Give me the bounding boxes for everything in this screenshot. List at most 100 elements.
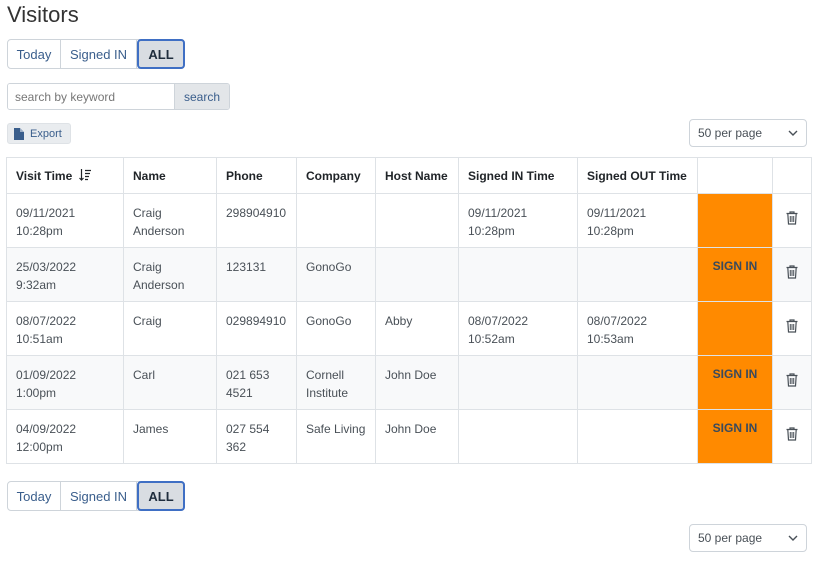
in-date: 08/07/2022 [468, 314, 529, 328]
header-visit-time[interactable]: Visit Time [6, 157, 124, 194]
phone-line-1: 029894910 [226, 314, 287, 328]
cell-visit-time: 01/09/2022 1:00pm [6, 355, 124, 410]
company-line-1: GonoGo [306, 260, 352, 274]
table-row: 04/09/2022 12:00pm James 027 554 362 Safe … [6, 409, 812, 464]
cell-signed-in [458, 247, 578, 302]
search-group: search [7, 83, 230, 110]
cell-host: John Doe [375, 355, 459, 410]
sign-in-button[interactable]: SIGN IN [713, 367, 758, 381]
out-date: 09/11/2021 [587, 206, 647, 220]
phone-line-1: 027 554 [226, 422, 270, 436]
filter-today-button[interactable]: Today [8, 482, 61, 510]
cell-delete [772, 301, 812, 356]
out-time: 10:28pm [587, 224, 634, 238]
cell-signed-out: 08/07/2022 10:53am [577, 301, 698, 356]
name-line-1: Craig [133, 206, 162, 220]
name-line-2: Anderson [133, 224, 185, 238]
visit-date: 04/09/2022 [16, 422, 77, 436]
out-time: 10:53am [587, 332, 634, 346]
chevron-down-icon [788, 535, 798, 541]
cell-name: Carl [123, 355, 217, 410]
per-page-select-top[interactable]: 50 per page [689, 119, 807, 147]
trash-icon[interactable] [786, 427, 798, 441]
export-button[interactable]: Export [7, 123, 71, 144]
filter-signed-in-button[interactable]: Signed IN [61, 40, 137, 68]
cell-signed-out [577, 355, 698, 410]
cell-delete [772, 193, 812, 248]
header-label: Visit Time [16, 168, 73, 183]
header-delete [772, 157, 812, 194]
cell-host: Abby [375, 301, 459, 356]
cell-company: GonoGo [296, 247, 376, 302]
trash-icon[interactable] [786, 211, 798, 225]
table-row: 09/11/2021 10:28pm Craig Anderson 29890491… [6, 193, 812, 248]
visit-time: 10:51am [16, 332, 63, 346]
sign-in-button[interactable]: SIGN IN [713, 259, 758, 273]
in-time: 10:28pm [468, 224, 515, 238]
cell-signed-out [577, 409, 698, 464]
cell-phone: 021 653 4521 [216, 355, 297, 410]
cell-phone: 029894910 [216, 301, 297, 356]
table-row: 08/07/2022 10:51am Craig 029894910 GonoGo… [6, 301, 812, 356]
cell-host [375, 247, 459, 302]
name-line-1: Craig [133, 314, 162, 328]
filter-today-button[interactable]: Today [8, 40, 61, 68]
cell-signed-out: 09/11/2021 10:28pm [577, 193, 698, 248]
visit-date: 09/11/2021 [16, 206, 76, 220]
company-line-2: Institute [306, 386, 349, 400]
cell-phone: 298904910 [216, 193, 297, 248]
cell-name: Craig [123, 301, 217, 356]
sign-in-button[interactable]: SIGN IN [713, 421, 758, 435]
trash-icon[interactable] [786, 319, 798, 333]
visitors-table: Visit Time Name Phone Company Host Name … [6, 157, 812, 464]
cell-company [296, 193, 376, 248]
in-date: 09/11/2021 [468, 206, 528, 220]
visit-date: 01/09/2022 [16, 368, 77, 382]
cell-visit-time: 08/07/2022 10:51am [6, 301, 124, 356]
filter-group-bottom: Today Signed IN ALL [7, 481, 185, 511]
table-row: 25/03/2022 9:32am Craig Anderson 123131 Go… [6, 247, 812, 302]
per-page-select-bottom[interactable]: 50 per page [689, 524, 807, 552]
cell-name: Craig Anderson [123, 247, 217, 302]
filter-all-button[interactable]: ALL [137, 481, 185, 511]
out-date: 08/07/2022 [587, 314, 648, 328]
cell-company: GonoGo [296, 301, 376, 356]
search-button[interactable]: search [174, 84, 229, 109]
cell-visit-time: 25/03/2022 9:32am [6, 247, 124, 302]
visit-date: 08/07/2022 [16, 314, 77, 328]
company-line-1: Cornell [306, 368, 345, 382]
trash-icon[interactable] [786, 265, 798, 279]
export-label: Export [30, 127, 62, 140]
per-page-value: 50 per page [698, 126, 763, 140]
trash-icon[interactable] [786, 373, 798, 387]
page-title: Visitors [7, 2, 79, 27]
table-header-row: Visit Time Name Phone Company Host Name … [6, 157, 812, 194]
chevron-down-icon [788, 130, 798, 136]
header-host-name: Host Name [375, 157, 459, 194]
visit-time: 10:28pm [16, 224, 63, 238]
cell-visit-time: 09/11/2021 10:28pm [6, 193, 124, 248]
visit-date: 25/03/2022 [16, 260, 77, 274]
search-input[interactable] [8, 84, 174, 109]
cell-action: SIGN IN [697, 247, 773, 302]
cell-host [375, 193, 459, 248]
filter-all-button[interactable]: ALL [137, 39, 185, 69]
cell-action [697, 301, 773, 356]
header-name: Name [123, 157, 217, 194]
cell-signed-in [458, 355, 578, 410]
cell-delete [772, 409, 812, 464]
cell-name: James [123, 409, 217, 464]
phone-line-1: 021 653 [226, 368, 270, 382]
cell-company: Safe Living [296, 409, 376, 464]
sort-descending-icon[interactable] [78, 168, 92, 181]
cell-action: SIGN IN [697, 409, 773, 464]
file-icon [14, 127, 24, 140]
name-line-1: Craig [133, 260, 162, 274]
cell-signed-out [577, 247, 698, 302]
cell-visit-time: 04/09/2022 12:00pm [6, 409, 124, 464]
filter-signed-in-button[interactable]: Signed IN [61, 482, 137, 510]
visit-time: 12:00pm [16, 440, 63, 454]
cell-signed-in [458, 409, 578, 464]
per-page-value: 50 per page [698, 531, 763, 545]
header-signed-out-time: Signed OUT Time [577, 157, 698, 194]
